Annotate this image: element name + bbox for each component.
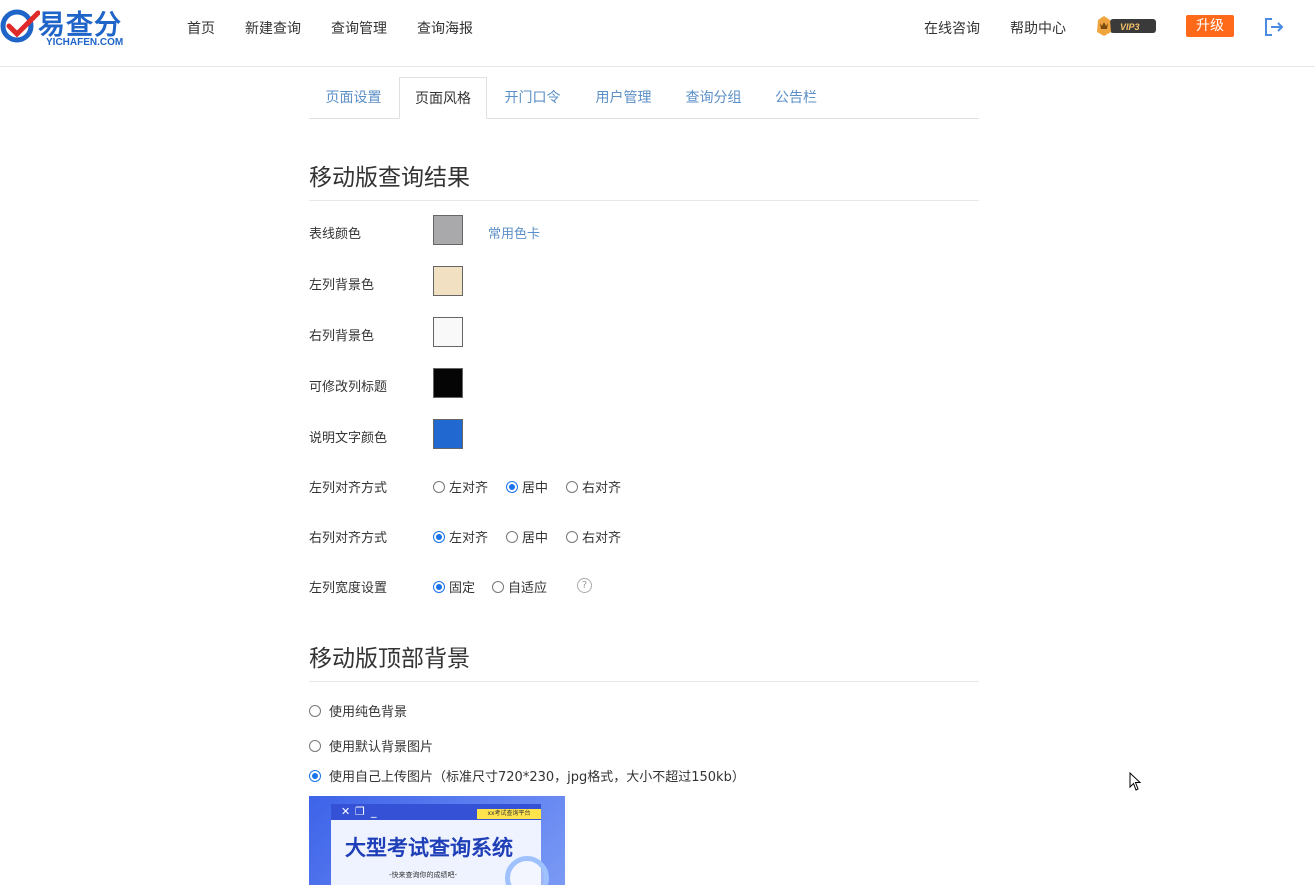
right-align-center-radio[interactable]: 居中 (506, 527, 548, 546)
left-align-label: 左列对齐方式 (309, 481, 388, 496)
desc-text-color-label: 说明文字颜色 (309, 431, 388, 446)
left-bg-label: 左列背景色 (309, 278, 375, 293)
left-bg-swatch[interactable] (433, 266, 463, 296)
right-bg-swatch[interactable] (433, 317, 463, 347)
left-width-auto-radio[interactable]: 自适应 (492, 577, 547, 596)
editable-title-swatch[interactable] (433, 368, 463, 398)
right-align-left-radio[interactable]: 左对齐 (433, 527, 488, 546)
main-nav: 首页 新建查询 查询管理 查询海报 (187, 18, 503, 38)
mouse-cursor-icon (1129, 772, 1142, 791)
help-question-icon[interactable]: ? (577, 578, 592, 593)
line-color-swatch[interactable] (433, 215, 463, 245)
section-title-mobile-top-bg: 移动版顶部背景 (309, 639, 979, 682)
uploaded-bg-preview[interactable]: ✕ ❐ _ xx考试查询平台 大型考试查询系统 -快来查询你的成绩吧- (309, 796, 565, 885)
left-width-label: 左列宽度设置 (309, 581, 388, 596)
logo-subtext: YICHAFEN.COM (46, 37, 124, 48)
common-colors-link[interactable]: 常用色卡 (488, 223, 540, 242)
left-width-fixed-radio[interactable]: 固定 (433, 577, 475, 596)
tab-query-group[interactable]: 查询分组 (669, 77, 758, 119)
logo-check-icon (0, 9, 40, 43)
bg-solid-color-radio[interactable]: 使用纯色背景 (309, 701, 407, 720)
right-align-right-radio[interactable]: 右对齐 (566, 527, 621, 546)
preview-title: 大型考试查询系统 (345, 836, 513, 860)
nav-home[interactable]: 首页 (187, 18, 215, 38)
section-title-mobile-result: 移动版查询结果 (309, 158, 979, 201)
desc-text-color-swatch[interactable] (433, 419, 463, 449)
tab-page-style[interactable]: 页面风格 (399, 77, 487, 119)
nav-query-manage[interactable]: 查询管理 (331, 18, 387, 38)
top-navbar: 易查分 YICHAFEN.COM 首页 新建查询 查询管理 查询海报 在线咨询 … (0, 0, 1315, 67)
vip-badge[interactable]: VIP3 (1096, 14, 1158, 38)
left-align-center-radio[interactable]: 居中 (506, 477, 548, 496)
nav-new-query[interactable]: 新建查询 (245, 18, 301, 38)
site-logo[interactable]: 易查分 YICHAFEN.COM (0, 3, 140, 53)
tab-bulletin[interactable]: 公告栏 (759, 77, 833, 119)
editable-title-label: 可修改列标题 (309, 380, 388, 395)
bg-default-image-radio[interactable]: 使用默认背景图片 (309, 736, 433, 755)
close-icon: ✕ (341, 805, 351, 818)
left-align-right-radio[interactable]: 右对齐 (566, 477, 621, 496)
window-icon: ❐ (355, 805, 365, 818)
vip-crown-icon: VIP3 (1097, 16, 1156, 36)
settings-tabs: 页面设置 页面风格 开门口令 用户管理 查询分组 公告栏 (309, 77, 979, 119)
left-align-left-radio[interactable]: 左对齐 (433, 477, 488, 496)
vip-level-text: VIP3 (1120, 22, 1140, 32)
right-bg-label: 右列背景色 (309, 329, 375, 344)
minimize-icon: _ (371, 805, 377, 818)
logout-icon[interactable] (1263, 16, 1285, 38)
preview-badge: xx考试查询平台 (477, 809, 541, 819)
bg-upload-image-radio[interactable]: 使用自己上传图片（标准尺寸720*230，jpg格式，大小不超过150kb） (309, 766, 745, 785)
online-consult-link[interactable]: 在线咨询 (924, 18, 980, 38)
nav-query-poster[interactable]: 查询海报 (417, 18, 473, 38)
upgrade-button[interactable]: 升级 (1186, 15, 1234, 37)
tab-user-manage[interactable]: 用户管理 (579, 77, 668, 119)
help-center-link[interactable]: 帮助中心 (1010, 18, 1066, 38)
right-align-label: 右列对齐方式 (309, 531, 388, 546)
preview-subtitle: -快来查询你的成绩吧- (389, 871, 458, 879)
tab-door-password[interactable]: 开门口令 (487, 77, 578, 119)
tab-page-settings[interactable]: 页面设置 (309, 77, 398, 119)
line-color-label: 表线颜色 (309, 227, 362, 242)
